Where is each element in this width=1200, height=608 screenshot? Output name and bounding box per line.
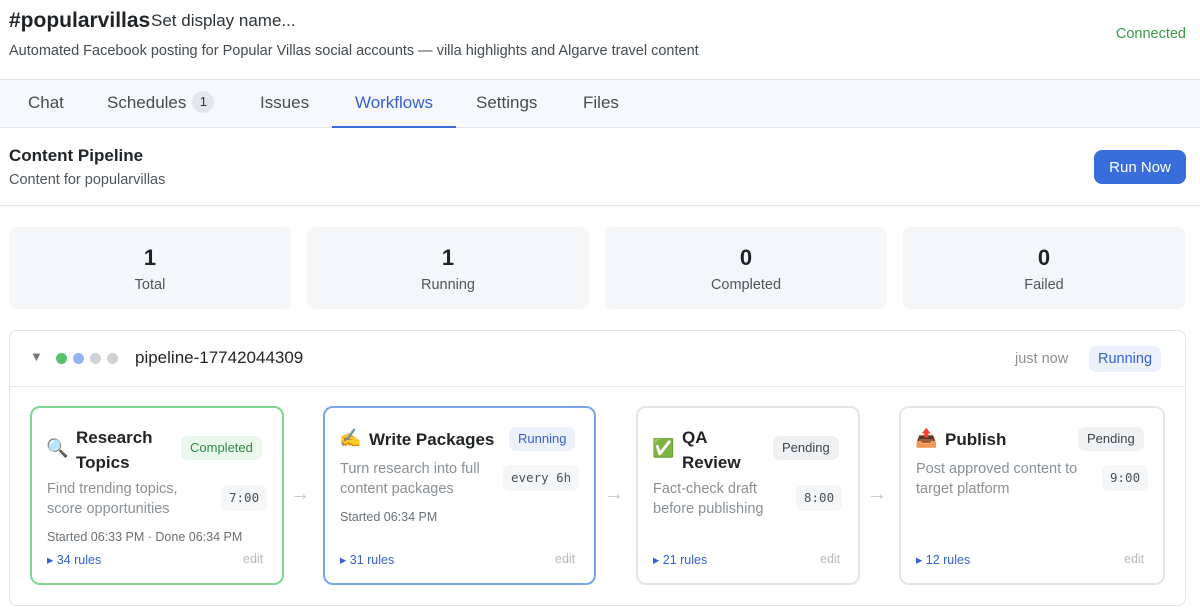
- rules-toggle[interactable]: ▸ 12 rules: [916, 552, 970, 567]
- tab-files[interactable]: Files: [583, 80, 619, 128]
- stage-status-badge: Pending: [773, 436, 839, 460]
- stage-timing: Started 06:34 PM: [340, 510, 438, 524]
- edit-link[interactable]: edit: [555, 552, 575, 566]
- stage-description: Post approved content to target platform: [916, 461, 1078, 497]
- tab-schedules[interactable]: Schedules 1: [107, 80, 215, 128]
- stat-label: Failed: [1024, 277, 1064, 293]
- workflow-subtitle: Content for popularvillas: [9, 172, 166, 188]
- workflow-header: Content Pipeline Content for popularvill…: [0, 128, 1200, 206]
- schedules-count-badge: 1: [192, 91, 215, 113]
- stage-description: Turn research into full content packages: [340, 461, 480, 497]
- magnifier-icon: 🔍: [46, 438, 69, 458]
- stage-card-publish[interactable]: 📤 Publish Pending Post approved content …: [899, 406, 1165, 585]
- run-timestamp: just now: [1015, 351, 1069, 367]
- stat-label: Completed: [710, 277, 782, 293]
- stage-name: Write Packages: [369, 430, 495, 449]
- tab-workflows[interactable]: Workflows: [332, 80, 456, 128]
- stage-description: Fact-check draft before publishing: [653, 481, 764, 517]
- stage-timing: Started 06:33 PM · Done 06:34 PM: [47, 530, 243, 544]
- rules-toggle[interactable]: ▸ 31 rules: [340, 552, 394, 567]
- stage-progress-dot: [56, 353, 67, 364]
- channel-description: Automated Facebook posting for Popular V…: [9, 43, 699, 59]
- stage-progress-dot: [107, 353, 118, 364]
- channel-name: #popularvillas: [9, 9, 151, 32]
- pipeline-run-header[interactable]: ▼ pipeline-17742044309 just now Running: [10, 331, 1185, 387]
- stage-description: Find trending topics, score opportunitie…: [47, 481, 178, 517]
- stage-schedule: 8:00: [796, 485, 843, 511]
- stage-connector-arrow: →: [867, 483, 887, 505]
- stat-value: 0: [739, 245, 753, 270]
- edit-link[interactable]: edit: [1124, 552, 1144, 566]
- stage-name: QA Review: [682, 428, 741, 472]
- stage-name: Research Topics: [76, 428, 153, 472]
- pipeline-run-panel: ▼ pipeline-17742044309 just now Running …: [9, 330, 1186, 606]
- stage-card-research-topics[interactable]: 🔍 Research Topics Completed Find trendin…: [30, 406, 284, 585]
- stage-progress-dot: [73, 353, 84, 364]
- stage-status-badge: Running: [509, 427, 576, 451]
- stat-completed: 0 Completed: [605, 227, 887, 309]
- tab-chat[interactable]: Chat: [28, 80, 64, 128]
- stage-name: Publish: [945, 430, 1007, 449]
- rules-toggle[interactable]: ▸ 34 rules: [47, 552, 101, 567]
- stage-status-badge: Pending: [1078, 427, 1144, 451]
- stage-card-write-packages[interactable]: ✍️ Write Packages Running Turn research …: [323, 406, 596, 585]
- channel-header: #popularvillas Set display name... Autom…: [0, 0, 1200, 80]
- tab-issues[interactable]: Issues: [260, 80, 309, 128]
- stat-total: 1 Total: [9, 227, 291, 309]
- outbox-tray-icon: 📤: [915, 428, 938, 448]
- stage-status-badge: Completed: [181, 436, 262, 460]
- workflow-title: Content Pipeline: [9, 146, 144, 165]
- run-now-button[interactable]: Run Now: [1094, 150, 1186, 184]
- stage-schedule: 7:00: [221, 485, 268, 511]
- writing-hand-icon: ✍️: [339, 428, 362, 448]
- stage-connector-arrow: →: [290, 483, 310, 505]
- stage-progress-dot: [90, 353, 101, 364]
- stage-schedule: every 6h: [503, 465, 580, 491]
- collapse-toggle-icon[interactable]: ▼: [30, 349, 43, 364]
- tab-bar: Chat Schedules 1 Issues Workflows Setting…: [0, 80, 1200, 128]
- stat-value: 1: [143, 245, 157, 270]
- rules-toggle[interactable]: ▸ 21 rules: [653, 552, 707, 567]
- check-box-icon: ✅: [652, 438, 675, 458]
- run-status-badge: Running: [1089, 346, 1162, 372]
- stat-label: Total: [134, 277, 166, 293]
- stat-running: 1 Running: [307, 227, 589, 309]
- stage-connector-arrow: →: [604, 483, 624, 505]
- pipeline-run-id: pipeline-17742044309: [135, 348, 304, 367]
- stat-value: 1: [441, 245, 455, 270]
- stat-value: 0: [1037, 245, 1051, 270]
- stage-card-qa-review[interactable]: ✅ QA Review Pending Fact-check draft bef…: [636, 406, 860, 585]
- stage-schedule: 9:00: [1102, 465, 1149, 491]
- edit-link[interactable]: edit: [243, 552, 263, 566]
- set-display-name-button[interactable]: Set display name...: [151, 11, 296, 31]
- stat-label: Running: [420, 277, 475, 293]
- connection-status: Connected: [1115, 26, 1186, 42]
- edit-link[interactable]: edit: [820, 552, 840, 566]
- tab-settings[interactable]: Settings: [476, 80, 537, 128]
- stat-failed: 0 Failed: [903, 227, 1185, 309]
